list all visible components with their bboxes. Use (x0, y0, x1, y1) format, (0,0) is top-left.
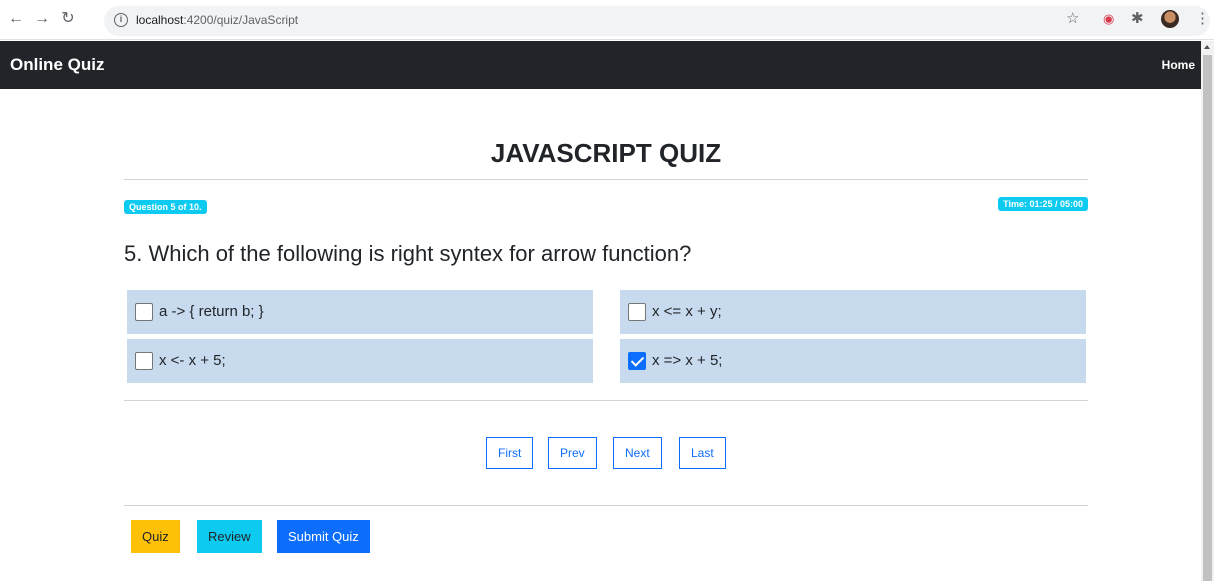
quiz-title: JAVASCRIPT QUIZ (490, 138, 722, 168)
first-button[interactable]: First (486, 437, 534, 469)
scroll-up-arrow-icon[interactable] (1204, 45, 1210, 49)
reload-icon[interactable]: ↻ (58, 9, 78, 29)
prev-button[interactable]: Prev (548, 437, 597, 469)
submit-quiz-button[interactable]: Submit Quiz (277, 520, 370, 553)
answer-option[interactable]: a -> { return b; } (127, 290, 593, 334)
brand-logo[interactable]: Online Quiz (10, 55, 104, 75)
timer-badge: Time: 01:25 / 05:00 (998, 197, 1088, 211)
home-link[interactable]: Home (1162, 58, 1195, 72)
profile-avatar[interactable] (1161, 10, 1179, 28)
browser-toolbar: ← → ↻ i localhost:4200/quiz/JavaScript ☆… (0, 0, 1214, 40)
quiz-mode-button[interactable]: Quiz (131, 520, 180, 553)
option-checkbox[interactable] (628, 303, 646, 321)
pocket-icon[interactable]: ◉ (1103, 9, 1114, 29)
option-checkbox-checked[interactable] (628, 352, 646, 370)
menu-dots-icon[interactable]: ⋮ (1195, 9, 1210, 29)
option-label: x => x + 5; (652, 352, 723, 369)
info-icon[interactable]: i (114, 13, 128, 27)
option-checkbox[interactable] (135, 303, 153, 321)
address-bar[interactable]: i localhost:4200/quiz/JavaScript ☆ (104, 6, 1210, 36)
last-button[interactable]: Last (679, 437, 726, 469)
option-label: a -> { return b; } (159, 303, 264, 320)
option-label: x <- x + 5; (159, 352, 226, 369)
scrollbar-thumb[interactable] (1203, 55, 1212, 581)
options-divider (124, 400, 1088, 401)
answer-option[interactable]: x => x + 5; (620, 339, 1086, 383)
option-label: x <= x + y; (652, 303, 722, 320)
next-button[interactable]: Next (613, 437, 662, 469)
question-progress-badge: Question 5 of 10. (124, 200, 207, 214)
option-checkbox[interactable] (135, 352, 153, 370)
url-text[interactable]: localhost:4200/quiz/JavaScript (136, 13, 298, 27)
answer-option[interactable]: x <- x + 5; (127, 339, 593, 383)
site-navbar: Online Quiz Home (0, 41, 1201, 89)
star-icon[interactable]: ☆ (1066, 9, 1079, 29)
url-host: localhost (136, 13, 184, 27)
url-path: :4200/quiz/JavaScript (183, 13, 299, 27)
back-arrow-icon[interactable]: ← (6, 9, 26, 29)
forward-arrow-icon[interactable]: → (32, 9, 52, 29)
title-divider (124, 179, 1088, 180)
extensions-icon[interactable]: ✱ (1131, 9, 1144, 29)
pager-divider (124, 505, 1088, 506)
review-mode-button[interactable]: Review (197, 520, 262, 553)
question-text: 5. Which of the following is right synte… (124, 241, 692, 266)
answer-option[interactable]: x <= x + y; (620, 290, 1086, 334)
